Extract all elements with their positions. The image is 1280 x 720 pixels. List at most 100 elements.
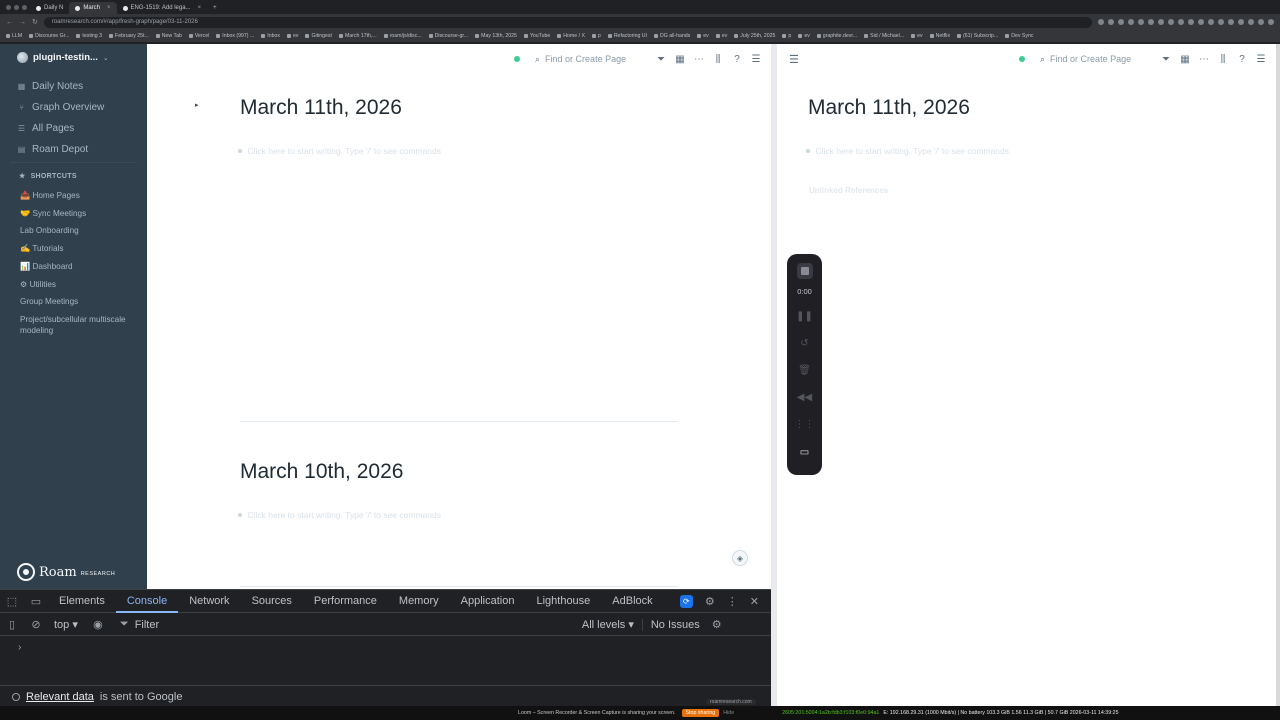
bookmark-item[interactable]: Gitingest	[305, 33, 331, 39]
clear-console-icon[interactable]: ⊘	[24, 618, 48, 631]
devtools-tab-elements[interactable]: Elements	[48, 590, 116, 613]
bookmark-item[interactable]: Netflix	[930, 33, 950, 39]
page-title[interactable]: March 10th, 2026	[240, 460, 403, 484]
window-controls[interactable]	[0, 4, 30, 10]
extension-icon[interactable]	[1208, 19, 1214, 25]
bookmark-item[interactable]: Inbox	[261, 33, 280, 39]
issues-counter[interactable]: No Issues	[641, 618, 708, 631]
shortcut-item[interactable]: Lab Onboarding	[20, 222, 140, 240]
bookmark-item[interactable]: New Tab	[156, 33, 182, 39]
shortcut-item[interactable]: 🤝 Sync Meetings	[20, 205, 140, 223]
nav-graph-overview[interactable]: ⑂ Graph Overview	[17, 97, 142, 118]
nav-daily-notes[interactable]: ▦ Daily Notes	[17, 76, 142, 97]
context-selector[interactable]: top ▾	[48, 618, 86, 631]
find-or-create-search[interactable]: ⌕	[1034, 51, 1152, 67]
extension-icon[interactable]	[1138, 19, 1144, 25]
address-bar[interactable]: roamresearch.com/#/app/fresh-graph/page/…	[43, 16, 1092, 28]
stop-sharing-button[interactable]: Stop sharing	[681, 709, 720, 717]
bookmark-item[interactable]: Discourse-gr...	[429, 33, 468, 39]
more-icon[interactable]: ⋯	[694, 54, 704, 65]
console-prompt[interactable]: ›	[18, 642, 21, 653]
shortcut-item[interactable]: Group Meetings	[20, 293, 140, 311]
bookmark-item[interactable]: YouTube	[524, 33, 550, 39]
sidebar-toggle-icon[interactable]: ▯	[0, 618, 24, 631]
new-tab-button[interactable]: +	[207, 2, 223, 14]
console-filter[interactable]: ⏷	[116, 616, 566, 634]
bullet-icon[interactable]	[238, 149, 242, 153]
filter-icon[interactable]: ⏷	[656, 54, 666, 65]
relevant-data-link[interactable]: Relevant data	[26, 691, 94, 703]
eye-icon[interactable]: ◉	[86, 618, 110, 631]
shortcut-item[interactable]: Project/subcellular multiscale modeling	[20, 314, 140, 337]
plugin-floating-button[interactable]: ◈	[732, 550, 748, 566]
bookmark-item[interactable]: Discourse Gr...	[29, 33, 69, 39]
bookmark-item[interactable]: LLM	[6, 33, 22, 39]
bookmark-item[interactable]: Refactoring UI	[608, 33, 647, 39]
devtools-tab-console[interactable]: Console	[115, 590, 179, 613]
close-icon[interactable]: ✕	[750, 595, 759, 608]
right-sidebar-icon[interactable]: ☰	[1256, 54, 1266, 65]
menu-icon[interactable]: ☰	[789, 53, 799, 66]
bookmark-item[interactable]: February 25t...	[109, 33, 149, 39]
columns-icon[interactable]: ⫼	[1218, 54, 1228, 65]
empty-block[interactable]: Click here to start writing. Type '/' to…	[238, 510, 441, 520]
stop-recording-button[interactable]	[796, 263, 813, 279]
bookmark-item[interactable]: May 13th, 2025	[475, 33, 517, 39]
filter-input[interactable]	[134, 618, 535, 631]
shortcut-item[interactable]: 📥 Home Pages	[20, 187, 140, 205]
log-levels-dropdown[interactable]: All levels ▾	[574, 618, 642, 631]
inspect-icon[interactable]: ⬚	[0, 595, 24, 608]
right-sidebar-icon[interactable]: ☰	[751, 54, 761, 65]
extension-icon[interactable]	[1098, 19, 1104, 25]
console-settings-icon[interactable]: ⚙	[712, 618, 722, 631]
calendar-icon[interactable]: ▦	[675, 54, 685, 65]
bookmark-item[interactable]: ev	[287, 33, 298, 39]
bookmark-item[interactable]: Home / X	[557, 33, 585, 39]
extension-icon[interactable]	[1178, 19, 1184, 25]
pause-icon[interactable]: ❚❚	[796, 310, 813, 323]
bookmark-item[interactable]: July 25th, 2025	[734, 33, 775, 39]
bookmark-item[interactable]: ev	[911, 33, 922, 39]
bookmark-item[interactable]: Dev Sync	[1005, 33, 1033, 39]
calendar-icon[interactable]: ▦	[1180, 54, 1190, 65]
nav-roam-depot[interactable]: ▤ Roam Depot	[17, 139, 142, 160]
forward-icon[interactable]: →	[19, 19, 26, 26]
devtools-tab-performance[interactable]: Performance	[303, 590, 388, 613]
page-title[interactable]: March 11th, 2026	[240, 96, 402, 120]
columns-icon[interactable]: ⫼	[713, 54, 723, 65]
extension-icon[interactable]	[1108, 19, 1114, 25]
bookmark-item[interactable]: March 17th,...	[339, 33, 377, 39]
empty-block[interactable]: Click here to start writing. Type '/' to…	[238, 146, 441, 156]
bookmark-item[interactable]: ev	[798, 33, 809, 39]
bullet-icon[interactable]	[238, 513, 242, 517]
nav-all-pages[interactable]: ☰ All Pages	[17, 118, 142, 139]
extension-icon[interactable]	[1118, 19, 1124, 25]
extension-icon[interactable]	[1148, 19, 1154, 25]
bullet-icon[interactable]	[806, 149, 810, 153]
camera-icon[interactable]: ▭	[800, 447, 809, 458]
device-toggle-icon[interactable]: ▭	[24, 595, 48, 608]
devtools-tab-lighthouse[interactable]: Lighthouse	[525, 590, 601, 613]
extension-badge-icon[interactable]: ⟳	[679, 594, 693, 608]
bookmark-item[interactable]: (61) Subscrip...	[957, 33, 998, 39]
extension-icon[interactable]	[1248, 19, 1254, 25]
extension-icon[interactable]	[1238, 19, 1244, 25]
browser-tab-eng[interactable]: ENG-1519: Add lega... ×	[117, 2, 208, 14]
devtools-tab-adblock[interactable]: AdBlock	[601, 590, 663, 613]
more-vertical-icon[interactable]: ⋮	[727, 595, 738, 608]
bookmark-item[interactable]: p	[782, 33, 791, 39]
bookmark-item[interactable]: ev	[697, 33, 708, 39]
back-icon[interactable]: ←	[6, 19, 13, 26]
shortcut-item[interactable]: ⚙ Utilities	[20, 276, 140, 294]
bookmark-item[interactable]: Inbox (997) ...	[216, 33, 254, 39]
bookmark-item[interactable]: ev	[716, 33, 727, 39]
extension-icon[interactable]	[1128, 19, 1134, 25]
graph-switcher[interactable]: plugin-testin... ⌄	[17, 52, 109, 63]
extension-icon[interactable]	[1158, 19, 1164, 25]
roam-logo[interactable]: Roam RESEARCH	[17, 563, 115, 581]
search-input[interactable]	[1050, 54, 1141, 64]
shortcut-item[interactable]: 📊 Dashboard	[20, 258, 140, 276]
browser-tab-daily-notes[interactable]: Daily N	[30, 2, 69, 14]
filter-icon[interactable]: ⏷	[1161, 54, 1171, 65]
more-icon[interactable]: ⋯	[1199, 54, 1209, 65]
